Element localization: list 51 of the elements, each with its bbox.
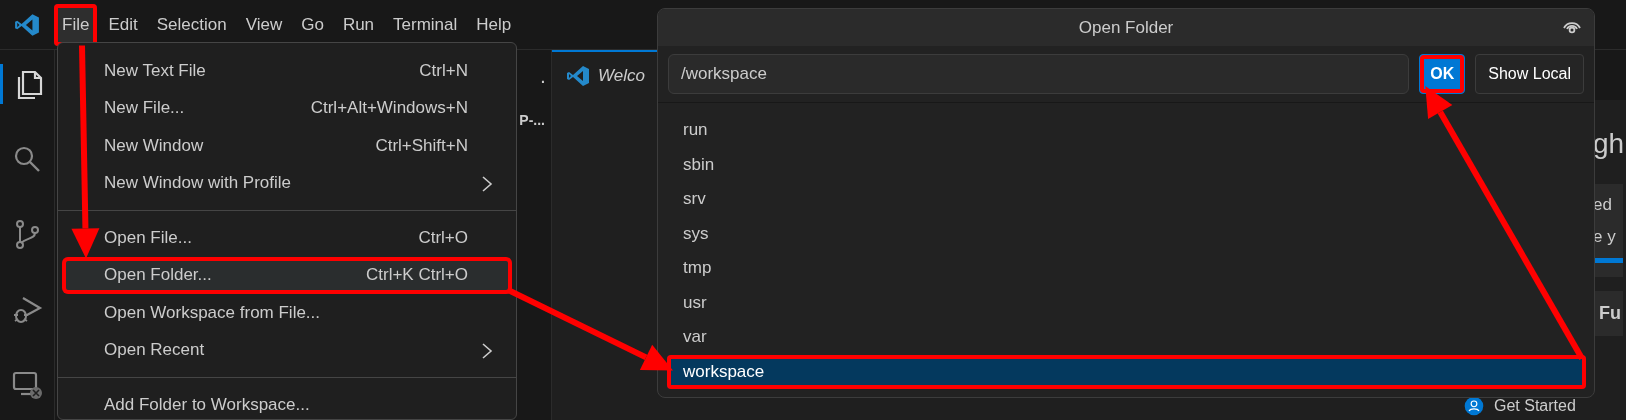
shortcut-text: Ctrl+O — [418, 227, 468, 248]
ok-button[interactable]: OK — [1419, 54, 1466, 94]
walkthrough-card[interactable]: Fu — [1593, 291, 1623, 336]
menu-item[interactable]: Open Folder... Ctrl+K Ctrl+O — [62, 256, 512, 294]
menu-bar-item[interactable]: Go — [293, 3, 332, 46]
sidebar-item[interactable]: P-... — [519, 112, 545, 128]
editor-tab[interactable]: Welco — [552, 50, 657, 100]
menu-item[interactable]: Open Workspace from File... — [62, 294, 512, 332]
folder-list-item[interactable]: var — [667, 320, 1586, 355]
sidebar-item[interactable]: . — [541, 70, 545, 86]
menu-item-label: Open File... — [104, 227, 193, 248]
shortcut-text: Ctrl+K Ctrl+O — [365, 265, 468, 286]
menu-item-label: Open Recent — [104, 340, 206, 361]
menu-item-label: New Window — [104, 135, 205, 156]
menu-item[interactable]: New File... Ctrl+Alt+Windows+N — [62, 89, 512, 127]
menu-bar-item[interactable]: Help — [468, 3, 520, 46]
shortcut-text: Ctrl+Shift+N — [375, 135, 468, 156]
menu-item-label: New File... — [104, 98, 186, 119]
menu-item[interactable]: New Window with Profile — [62, 164, 512, 202]
menu-bar-item[interactable]: Run — [334, 3, 383, 46]
app-logo — [566, 64, 590, 88]
menu-bar-item[interactable]: File — [54, 3, 98, 46]
dialog-title: Open Folder — [1078, 17, 1174, 38]
app-logo — [14, 11, 40, 38]
folder-list-item[interactable]: usr — [667, 285, 1586, 320]
shortcut-text: Ctrl+Alt+Windows+N — [310, 98, 468, 119]
menu-item[interactable]: Add Folder to Workspace... — [62, 386, 512, 420]
show-local-button[interactable]: Show Local — [1475, 54, 1584, 94]
folder-list-item[interactable]: run — [667, 113, 1586, 148]
folder-list-item[interactable]: tmp — [667, 251, 1586, 286]
menu-item-label: New Text File — [104, 60, 207, 81]
walkthrough-link[interactable]: Get Started — [1494, 397, 1576, 415]
menu-bar-item[interactable]: Selection — [148, 3, 235, 46]
path-input-field[interactable]: /workspace — [668, 54, 1410, 94]
menu-item[interactable]: Open File... Ctrl+O — [62, 219, 512, 257]
menu-item-label: New Window with Profile — [104, 173, 293, 194]
menu-item[interactable]: Open Recent — [62, 331, 512, 369]
welcome-heading: gh — [1593, 128, 1623, 160]
menu-bar-item[interactable]: Terminal — [385, 3, 466, 46]
menu-item[interactable]: New Window Ctrl+Shift+N — [62, 127, 512, 165]
menu-bar-item[interactable]: Edit — [100, 3, 146, 46]
menu-item-label: Add Folder to Workspace... — [104, 394, 311, 415]
folder-list-item[interactable]: sbin — [667, 147, 1586, 182]
shortcut-text: Ctrl+N — [419, 60, 468, 81]
menu-bar-item[interactable]: View — [237, 3, 291, 46]
menu-item-label: Open Folder... — [104, 265, 213, 286]
menu-item-label: Open Workspace from File... — [104, 302, 322, 323]
folder-list-item[interactable]: srv — [667, 182, 1586, 217]
folder-list-item[interactable]: sys — [667, 216, 1586, 251]
menu-item[interactable]: New Text File Ctrl+N — [62, 52, 512, 90]
folder-list-item[interactable]: workspace — [667, 354, 1586, 389]
